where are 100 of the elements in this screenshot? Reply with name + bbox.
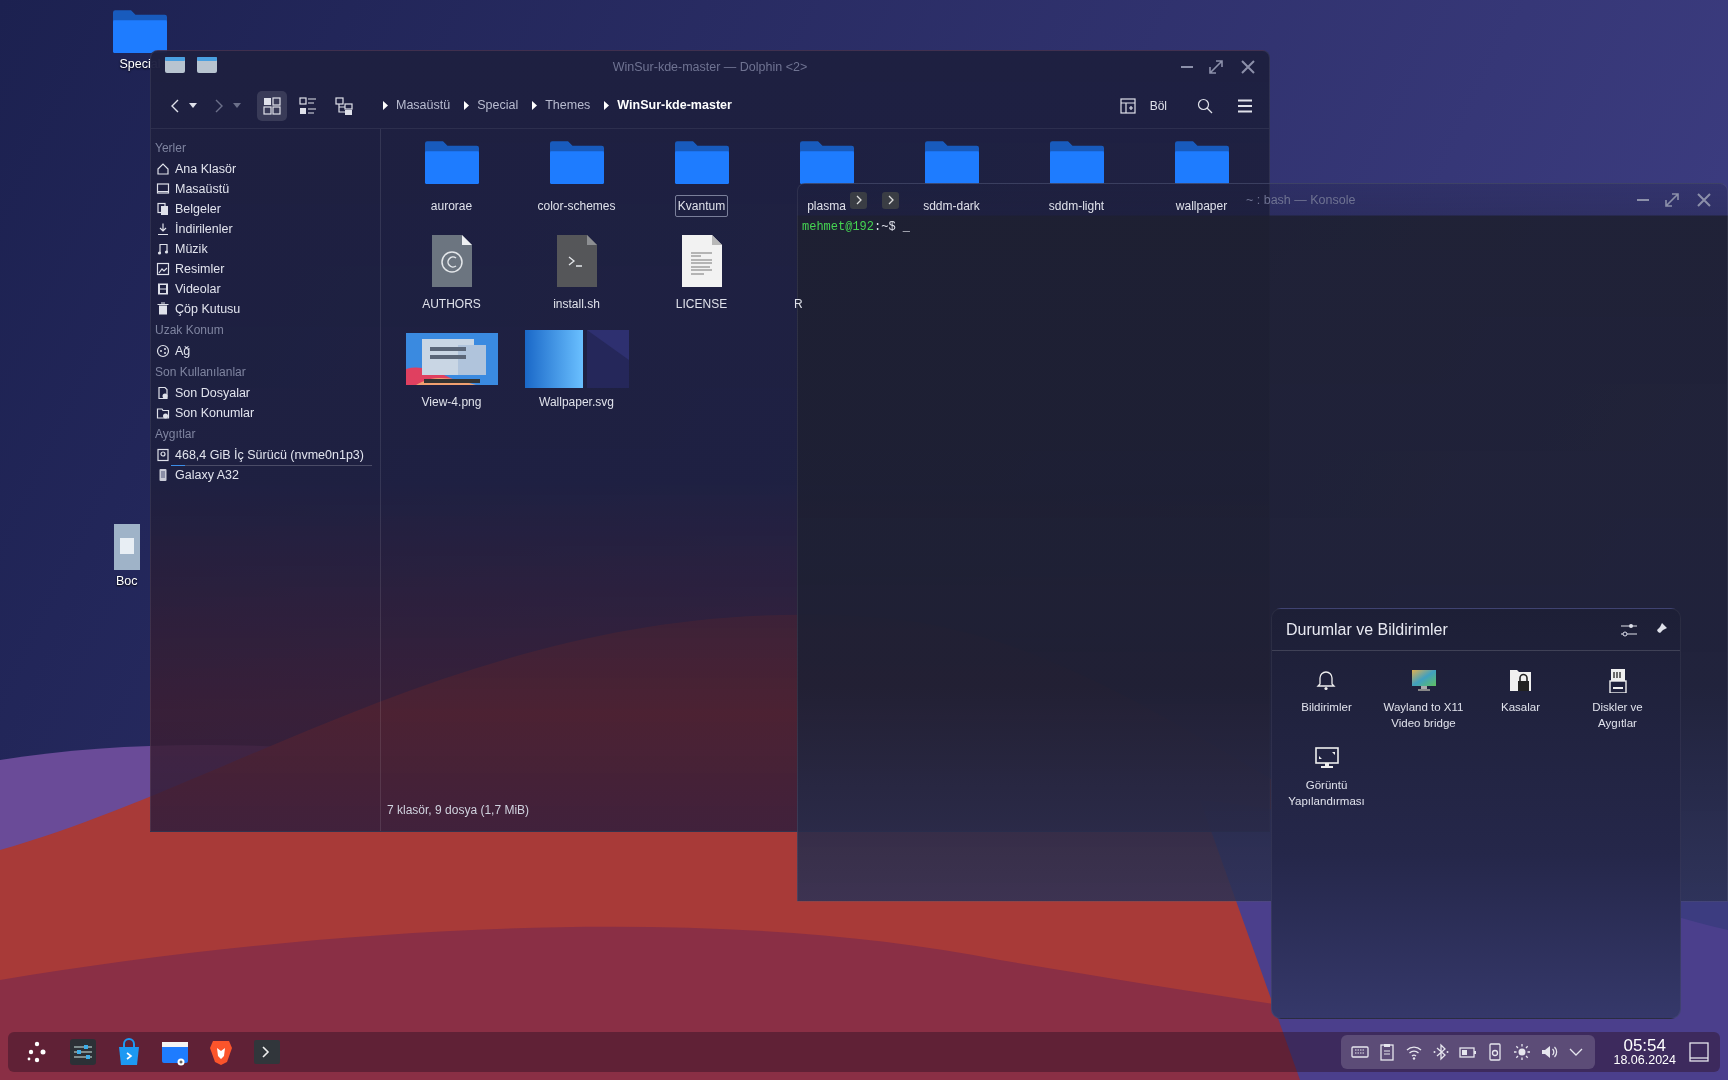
section-heading: Yerler <box>155 140 187 157</box>
sidebar-item[interactable]: Ağ <box>155 341 376 361</box>
breadcrumb-item[interactable]: Themes <box>528 96 595 115</box>
terminal-file-icon <box>556 235 597 287</box>
sidebar-item[interactable]: Çöp Kutusu <box>155 299 376 319</box>
desktop-icon-label[interactable]: Boc <box>116 572 138 591</box>
sidebar-item[interactable]: Resimler <box>155 259 376 279</box>
list-view-icon <box>299 96 317 115</box>
minimize-icon <box>1637 199 1649 201</box>
sliders-icon <box>1620 621 1638 638</box>
chevron-left-icon <box>169 97 181 114</box>
sidebar-item[interactable]: Masaüstü <box>155 179 376 199</box>
section-heading: Son Kullanılanlar <box>155 364 247 381</box>
clock-date: 18.06.2024 <box>1613 1054 1676 1068</box>
applet-item[interactable]: Kasalar <box>1472 667 1569 731</box>
maximize-icon <box>1207 58 1225 76</box>
sidebar-item[interactable]: Videolar <box>155 279 376 299</box>
popup-title: Durumlar ve Bildirimler <box>1286 619 1448 640</box>
applet-item[interactable]: Bildirimler <box>1278 667 1375 731</box>
folder-icon <box>113 10 167 54</box>
split-view-icon <box>1119 97 1136 114</box>
desktop-icon <box>1688 1041 1710 1063</box>
file-label[interactable]: plasma <box>804 195 849 217</box>
file-label[interactable]: sddm-light <box>1045 195 1108 217</box>
folder-icon <box>424 141 479 185</box>
image-icon <box>156 262 170 276</box>
applet-item[interactable]: Wayland to X11 Video bridge <box>1375 667 1472 731</box>
breadcrumb-item[interactable]: WinSur-kde-master <box>600 96 736 115</box>
folder-icon <box>1174 141 1229 185</box>
settings-icon <box>69 1038 97 1066</box>
chevron-right-icon <box>854 195 863 205</box>
window-title: ~ : bash — Konsole <box>1246 191 1356 209</box>
terminal-prompt: mehmet@192:~$ <box>802 220 896 234</box>
applet-item[interactable]: Diskler ve Aygıtlar <box>1569 667 1666 731</box>
share-icon <box>156 344 170 358</box>
minimize-icon <box>1181 66 1193 68</box>
sidebar-item[interactable]: 468,4 GiB İç Sürücü (nvme0n1p3) <box>155 445 376 465</box>
clipboard-icon <box>1378 1043 1397 1061</box>
tray-button[interactable] <box>1513 1043 1532 1061</box>
file-label[interactable]: install.sh <box>550 293 603 315</box>
folder-icon <box>549 141 604 185</box>
search-icon <box>1197 97 1213 114</box>
speaker-icon <box>1540 1043 1559 1061</box>
file-label[interactable]: Wallpaper.svg <box>536 391 617 413</box>
breadcrumb-item[interactable]: Masaüstü <box>379 96 455 115</box>
folder-icon <box>799 141 854 185</box>
file-label[interactable]: Kvantum <box>674 195 729 217</box>
file-label[interactable]: View-4.png <box>418 391 485 413</box>
close-icon <box>1239 58 1257 76</box>
sidebar-item[interactable]: İndirilenler <box>155 219 376 239</box>
file-label[interactable]: sddm-dark <box>920 195 983 217</box>
sidebar-item[interactable]: Son Konumlar <box>155 403 376 423</box>
text-file-icon <box>681 235 722 287</box>
status-bar-text: 7 klasör, 9 dosya (1,7 MiB) <box>386 802 531 819</box>
folder-icon <box>197 57 217 73</box>
document-icon <box>114 524 140 570</box>
file-label[interactable]: wallpaper <box>1172 195 1231 217</box>
drive-icon <box>156 448 170 462</box>
lock-folder-icon <box>1508 669 1533 693</box>
tray-button[interactable] <box>1540 1043 1559 1061</box>
maximize-icon <box>1663 191 1681 209</box>
section-heading: Aygıtlar <box>155 426 197 443</box>
folder-icon <box>1049 141 1104 185</box>
configure-button[interactable] <box>1620 621 1638 638</box>
keyboard-icon <box>1351 1043 1370 1061</box>
file-label[interactable]: LICENSE <box>672 293 731 315</box>
folder-icon <box>165 57 185 73</box>
trash-icon <box>156 302 170 316</box>
sidebar-item[interactable]: Ana Klasör <box>155 159 376 179</box>
tray-button[interactable] <box>1378 1043 1397 1061</box>
file-label[interactable]: color-schemes <box>534 195 619 217</box>
recent-folder-icon <box>156 406 170 420</box>
show-desktop-button[interactable] <box>1688 1041 1710 1063</box>
tray-button[interactable] <box>1432 1043 1451 1061</box>
window-title: WinSur-kde-master — Dolphin <2> <box>612 58 808 76</box>
view-mode-button[interactable] <box>257 90 287 121</box>
file-label[interactable]: R <box>791 293 806 315</box>
tray-button[interactable] <box>1351 1043 1370 1061</box>
sidebar-item[interactable]: Belgeler <box>155 199 376 219</box>
sidebar-item[interactable]: Galaxy A32 <box>155 465 376 485</box>
display-icon <box>1314 747 1339 771</box>
section-heading: Uzak Konum <box>155 322 225 339</box>
terminal-cursor: _ <box>902 220 911 234</box>
sidebar-item[interactable]: Müzik <box>155 239 376 259</box>
file-label[interactable]: aurorae <box>427 195 476 217</box>
file-label[interactable]: AUTHORS <box>419 293 484 315</box>
breadcrumb-item[interactable]: Special <box>460 96 523 115</box>
grid-view-icon <box>263 96 281 115</box>
music-note-icon <box>156 242 170 256</box>
monitor-icon <box>1411 669 1436 693</box>
applet-item[interactable]: Görüntü Yapılandırması <box>1278 745 1375 809</box>
close-icon <box>1695 191 1713 209</box>
caret-right-icon <box>532 101 538 110</box>
folder-icon <box>924 141 979 185</box>
documents-icon <box>156 202 170 216</box>
clock[interactable]: 05:54 18.06.2024 <box>1613 1036 1676 1068</box>
monitor-icon <box>156 182 170 196</box>
sidebar-item[interactable]: Son Dosyalar <box>155 383 376 403</box>
clock-time: 05:54 <box>1623 1036 1666 1055</box>
split-button[interactable]: Böl <box>1113 90 1173 121</box>
